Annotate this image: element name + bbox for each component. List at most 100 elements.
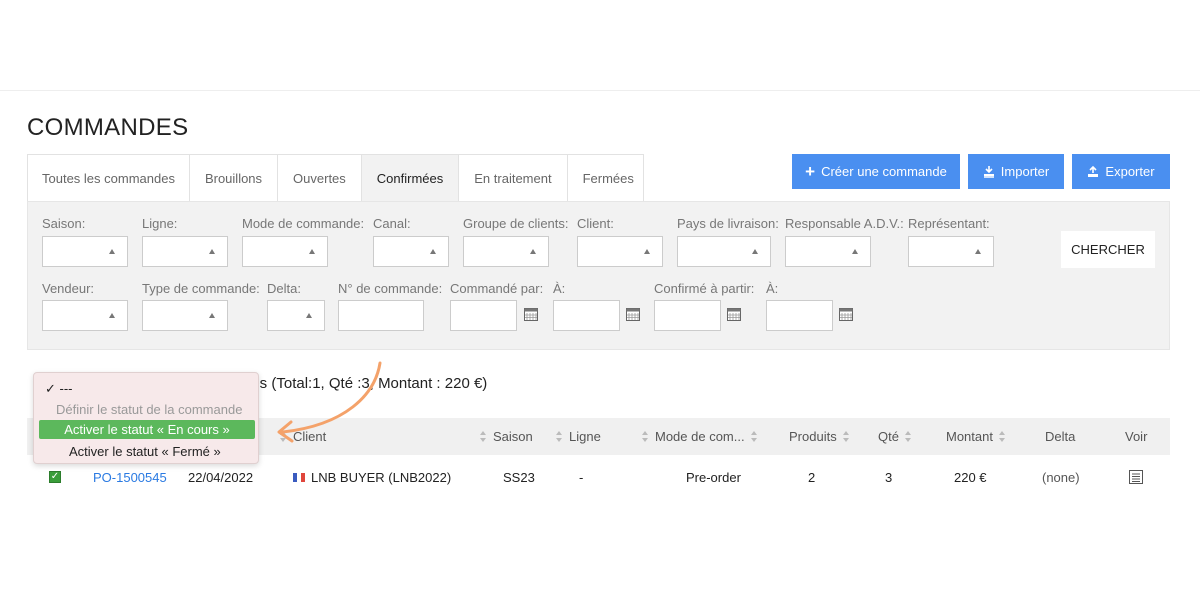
delta-cell: (none) <box>1042 469 1080 485</box>
sort-icon <box>750 431 758 442</box>
filter-label-canal: Canal: <box>373 216 411 231</box>
check-icon: ✓ <box>49 471 61 483</box>
client-cell: LNB BUYER (LNB2022) <box>293 458 451 496</box>
sort-icon <box>904 431 912 442</box>
sort-icon <box>842 431 850 442</box>
saison-select[interactable] <box>42 236 128 267</box>
calendar-icon[interactable] <box>626 308 640 321</box>
filter-label-type: Type de commande: <box>142 281 260 296</box>
qte-cell: 3 <box>885 469 893 485</box>
create-order-button[interactable]: + Créer une commande <box>792 154 960 189</box>
calendar-icon[interactable] <box>727 308 741 321</box>
filter-label-numero: N° de commande: <box>338 281 443 296</box>
confirmed-from-date-input[interactable] <box>654 300 721 331</box>
import-icon <box>983 165 994 178</box>
col-qte[interactable]: Qté <box>878 418 912 455</box>
tab-open[interactable]: Ouvertes <box>277 154 361 202</box>
caret-up-icon <box>644 249 650 254</box>
caret-up-icon <box>430 249 436 254</box>
filter-label-representant: Représentant: <box>908 216 990 231</box>
export-icon <box>1088 165 1099 177</box>
dropdown-option-ferme[interactable]: Activer le statut « Fermé » <box>69 444 221 459</box>
dropdown-option-none[interactable]: ✓ --- <box>45 381 73 397</box>
filter-label-ligne: Ligne: <box>142 216 178 231</box>
caret-up-icon <box>530 249 536 254</box>
caret-up-icon <box>975 249 981 254</box>
caret-up-icon <box>109 313 115 318</box>
caret-up-icon <box>109 249 115 254</box>
produits-cell: 2 <box>808 469 816 485</box>
france-flag-icon <box>293 472 305 482</box>
export-button[interactable]: Exporter <box>1072 154 1170 189</box>
canal-select[interactable] <box>373 236 449 267</box>
col-saison[interactable]: Saison <box>480 418 533 455</box>
sort-icon <box>642 431 649 442</box>
tab-confirmed[interactable]: Confirmées <box>360 154 459 202</box>
col-mode[interactable]: Mode de com... <box>642 418 758 455</box>
filter-label-vendeur: Vendeur: <box>42 281 95 296</box>
filter-label-responsable: Responsable A.D.V.: <box>785 216 904 231</box>
sort-icon <box>480 431 487 442</box>
filter-label-a1: À: <box>553 281 566 296</box>
groupe-select[interactable] <box>463 236 549 267</box>
ordered-to-date-input[interactable] <box>553 300 620 331</box>
confirmed-to-date-input[interactable] <box>766 300 833 331</box>
sort-icon <box>998 431 1006 442</box>
dropdown-header: Définir le statut de la commande <box>56 402 243 417</box>
saison-cell: SS23 <box>503 469 535 485</box>
page-title: COMMANDES <box>27 114 189 141</box>
caret-up-icon <box>306 313 312 318</box>
responsable-select[interactable] <box>785 236 871 267</box>
delta-select[interactable] <box>267 300 325 331</box>
filter-label-commande-par: Commandé par: <box>450 281 544 296</box>
col-ligne[interactable]: Ligne <box>556 418 601 455</box>
type-select[interactable] <box>142 300 228 331</box>
filter-label-mode: Mode de commande: <box>242 216 365 231</box>
caret-up-icon <box>309 249 315 254</box>
caret-up-icon <box>209 313 215 318</box>
calendar-icon[interactable] <box>839 308 853 321</box>
vendeur-select[interactable] <box>42 300 128 331</box>
tab-processing[interactable]: En traitement <box>458 154 567 202</box>
tab-closed[interactable]: Fermées <box>566 154 644 202</box>
mode-select[interactable] <box>242 236 328 267</box>
col-montant[interactable]: Montant <box>946 418 1006 455</box>
dropdown-option-en-cours[interactable]: Activer le statut « En cours » <box>39 420 255 439</box>
col-delta: Delta <box>1045 429 1076 444</box>
tab-all-orders[interactable]: Toutes les commandes <box>27 154 189 202</box>
client-select[interactable] <box>577 236 663 267</box>
ligne-cell: - <box>579 469 584 485</box>
calendar-icon[interactable] <box>524 308 538 321</box>
ordered-by-date-input[interactable] <box>450 300 517 331</box>
caret-up-icon <box>852 249 858 254</box>
filter-label-groupe: Groupe de clients: <box>463 216 569 231</box>
filter-panel: Saison: Ligne: Mode de commande: Canal: … <box>27 201 1170 350</box>
annotation-arrow-icon <box>277 361 382 443</box>
tab-drafts[interactable]: Brouillons <box>188 154 278 202</box>
search-button[interactable]: CHERCHER <box>1061 231 1155 268</box>
filter-label-a2: À: <box>766 281 779 296</box>
order-number-input[interactable] <box>338 300 424 331</box>
col-produits[interactable]: Produits <box>789 418 850 455</box>
filter-label-pays: Pays de livraison: <box>677 216 779 231</box>
ligne-select[interactable] <box>142 236 228 267</box>
mode-cell: Pre-order <box>686 469 741 485</box>
document-list-icon <box>1129 470 1143 484</box>
status-dropdown-menu: ✓ --- Définir le statut de la commande A… <box>33 372 259 464</box>
representant-select[interactable] <box>908 236 994 267</box>
view-button[interactable] <box>1129 458 1143 496</box>
filter-label-saison: Saison: <box>42 216 86 231</box>
filter-label-delta: Delta: <box>267 281 301 296</box>
filter-label-confirme: Confirmé à partir: <box>654 281 755 296</box>
import-button[interactable]: Importer <box>968 154 1064 189</box>
filter-label-client: Client: <box>577 216 614 231</box>
top-divider <box>0 90 1200 91</box>
pays-select[interactable] <box>677 236 771 267</box>
caret-up-icon <box>752 249 758 254</box>
plus-icon: + <box>805 162 816 181</box>
order-tabs: Toutes les commandes Brouillons Ouvertes… <box>27 154 644 202</box>
col-voir: Voir <box>1125 429 1148 444</box>
montant-cell: 220 € <box>954 469 987 485</box>
sort-icon <box>556 431 563 442</box>
caret-up-icon <box>209 249 215 254</box>
